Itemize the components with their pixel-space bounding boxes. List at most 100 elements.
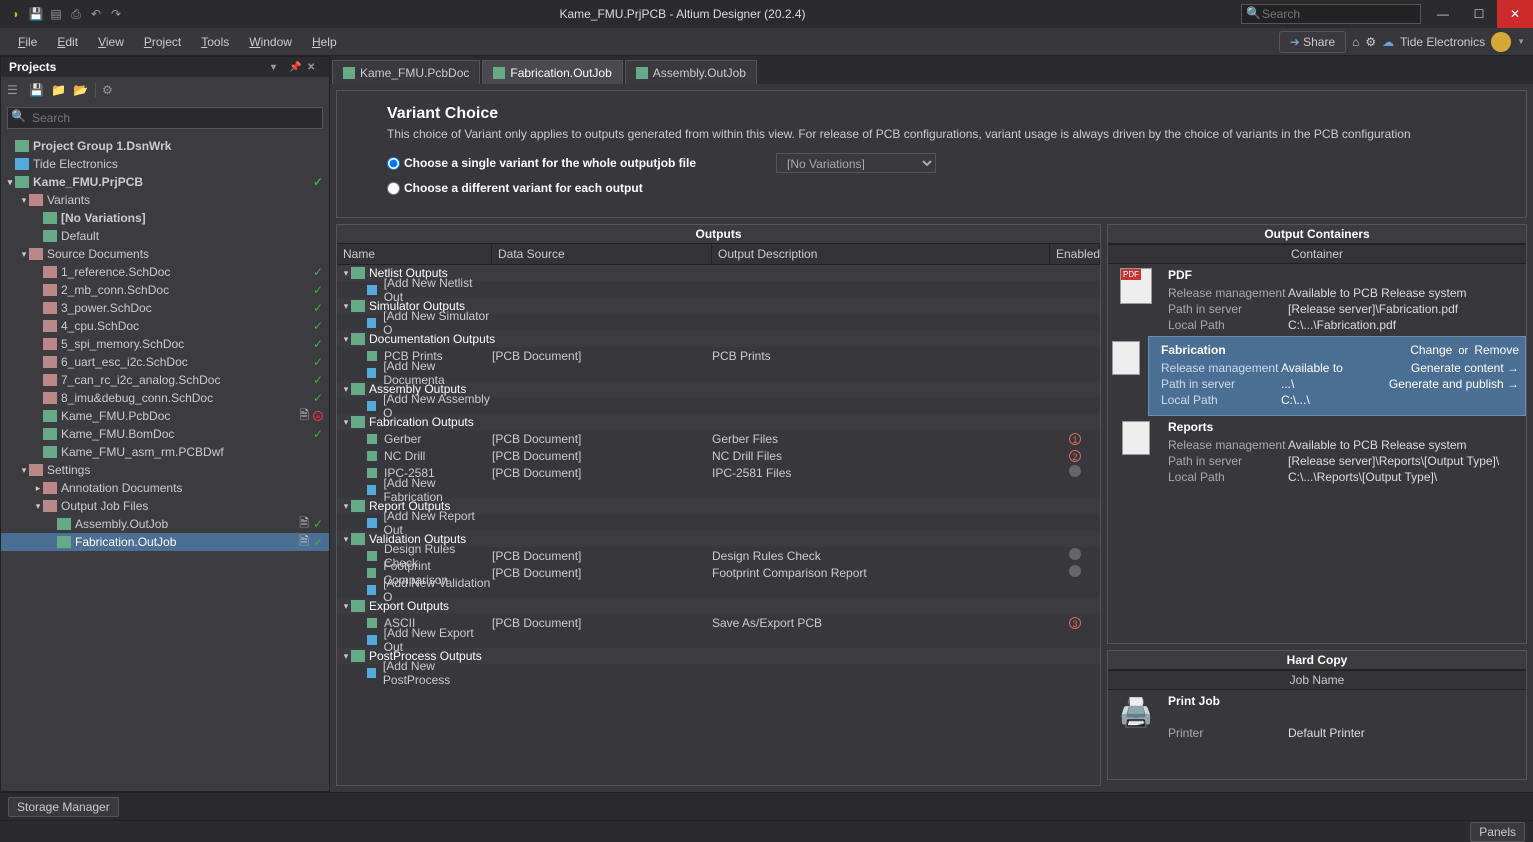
tree-item[interactable]: 8_imu&debug_conn.SchDoc✓	[1, 389, 329, 407]
tree-item[interactable]: 1_reference.SchDoc✓	[1, 263, 329, 281]
close-icon[interactable]: ✕	[307, 62, 321, 73]
output-category[interactable]: ▾Documentation Outputs	[337, 331, 1100, 347]
tree-item[interactable]: [No Variations]	[1, 209, 329, 227]
tree-item[interactable]: ▾Output Job Files	[1, 497, 329, 515]
cloud-icon[interactable]: ☁	[1382, 35, 1394, 49]
window-title: Kame_FMU.PrjPCB - Altium Designer (20.2.…	[124, 7, 1241, 21]
output-row[interactable]: [Add New Export Out	[337, 631, 1100, 648]
menu-file[interactable]: File	[8, 31, 47, 53]
variant-each-radio[interactable]	[387, 182, 400, 195]
tree-item[interactable]: 6_uart_esc_i2c.SchDoc✓	[1, 353, 329, 371]
output-row[interactable]: [Add New PostProcess	[337, 664, 1100, 681]
folder-icon[interactable]: 📁	[51, 83, 67, 99]
tree-item[interactable]: 5_spi_memory.SchDoc✓	[1, 335, 329, 353]
menu-window[interactable]: Window	[239, 31, 302, 53]
maximize-button[interactable]: ☐	[1461, 0, 1497, 28]
change-link[interactable]: Change	[1410, 343, 1452, 357]
tree-item[interactable]: Default	[1, 227, 329, 245]
tab-kame_fmu-pcbdoc[interactable]: Kame_FMU.PcbDoc	[332, 60, 480, 84]
settings-icon[interactable]: ⚙	[102, 83, 118, 99]
tree-item[interactable]: 4_cpu.SchDoc✓	[1, 317, 329, 335]
tree-item[interactable]: 7_can_rc_i2c_analog.SchDoc✓	[1, 371, 329, 389]
output-row[interactable]: [Add New Netlist Out	[337, 281, 1100, 298]
titlebar: ◗ 💾 ▤ ⎙ ↶ ↷ Kame_FMU.PrjPCB - Altium Des…	[0, 0, 1533, 28]
tree-item[interactable]: Assembly.OutJob🗎✓	[1, 515, 329, 533]
container-action[interactable]: Generate content →	[1411, 361, 1519, 375]
home-icon[interactable]: ⌂	[1352, 35, 1359, 49]
tree-item[interactable]: 3_power.SchDoc✓	[1, 299, 329, 317]
printer-label: Printer	[1168, 726, 1288, 740]
file-icon	[43, 446, 57, 458]
folder-open-icon[interactable]: 📂	[73, 83, 89, 99]
panels-button[interactable]: Panels	[1470, 822, 1525, 842]
container-icon: PDF	[1118, 268, 1154, 304]
variant-select[interactable]: [No Variations]	[776, 153, 936, 173]
tab-fabrication-outjob[interactable]: Fabrication.OutJob	[482, 60, 622, 84]
dropdown-icon[interactable]: ▼	[1517, 37, 1525, 46]
output-row[interactable]: [Add New Simulator O	[337, 314, 1100, 331]
container-pdf[interactable]: PDFRelease managementAvailable to PCB Re…	[1108, 264, 1526, 336]
tree-item[interactable]: Project Group 1.DsnWrk	[1, 137, 329, 155]
output-icon	[367, 635, 377, 645]
redo-icon[interactable]: ↷	[108, 6, 124, 22]
output-row[interactable]: [Add New Report Out	[337, 514, 1100, 531]
menu-view[interactable]: View	[88, 31, 134, 53]
variant-single-radio[interactable]	[387, 157, 400, 170]
print-icon[interactable]: ⎙	[68, 6, 84, 22]
tree-item[interactable]: Fabrication.OutJob🗎✓	[1, 533, 329, 551]
output-row[interactable]: [Add New Fabrication	[337, 481, 1100, 498]
tree-item[interactable]: Kame_FMU.BomDoc✓	[1, 425, 329, 443]
close-button[interactable]: ✕	[1497, 0, 1533, 28]
tree-item[interactable]: Tide Electronics	[1, 155, 329, 173]
new-icon[interactable]: ☰	[7, 83, 23, 99]
tree-item[interactable]: ▸Annotation Documents	[1, 479, 329, 497]
undo-icon[interactable]: ↶	[88, 6, 104, 22]
container-fabrication[interactable]: Change or RemoveFabricationRelease manag…	[1148, 336, 1526, 416]
save-icon[interactable]: 💾	[28, 6, 44, 22]
col-description[interactable]: Output Description	[712, 244, 1050, 264]
variant-single-label: Choose a single variant for the whole ou…	[404, 156, 696, 170]
minimize-button[interactable]: —	[1425, 0, 1461, 28]
project-search-input[interactable]	[7, 107, 323, 129]
menu-edit[interactable]: Edit	[47, 31, 88, 53]
status-ok-icon: ✓	[313, 319, 323, 333]
output-row[interactable]: [Add New Validation O	[337, 581, 1100, 598]
tree-item[interactable]: Kame_FMU.PcbDoc🗎●	[1, 407, 329, 425]
tree-item[interactable]: Kame_FMU_asm_rm.PCBDwf	[1, 443, 329, 461]
tree-item[interactable]: 2_mb_conn.SchDoc✓	[1, 281, 329, 299]
project-tree[interactable]: Project Group 1.DsnWrkTide Electronics▾K…	[1, 135, 329, 791]
tree-item[interactable]: ▾Settings	[1, 461, 329, 479]
saveall-icon[interactable]: ▤	[48, 6, 64, 22]
tree-item[interactable]: ▾Variants	[1, 191, 329, 209]
output-row[interactable]: Gerber[PCB Document]Gerber Files1	[337, 430, 1100, 447]
search-input[interactable]	[1241, 4, 1421, 24]
storage-manager-button[interactable]: Storage Manager	[8, 797, 119, 817]
col-datasource[interactable]: Data Source	[492, 244, 712, 264]
output-row[interactable]: NC Drill[PCB Document]NC Drill Files2	[337, 447, 1100, 464]
col-name[interactable]: Name	[337, 244, 492, 264]
col-enabled[interactable]: Enabled	[1050, 244, 1100, 264]
workspace-label[interactable]: Tide Electronics	[1400, 35, 1485, 49]
menu-tools[interactable]: Tools	[191, 31, 239, 53]
user-avatar[interactable]	[1491, 32, 1511, 52]
menu-help[interactable]: Help	[302, 31, 347, 53]
file-icon	[15, 176, 29, 188]
panel-menu-icon[interactable]: ▾	[271, 62, 285, 73]
share-button[interactable]: ➜ Share	[1279, 31, 1346, 53]
category-icon	[351, 416, 365, 428]
remove-link[interactable]: Remove	[1474, 343, 1519, 357]
pin-icon[interactable]: 📌	[289, 62, 303, 73]
document-tabs: Kame_FMU.PcbDocFabrication.OutJobAssembl…	[330, 56, 1533, 84]
output-row[interactable]: [Add New Assembly O	[337, 397, 1100, 414]
tree-item[interactable]: ▾Source Documents	[1, 245, 329, 263]
container-reports[interactable]: ReportsRelease managementAvailable to PC…	[1108, 416, 1526, 488]
tree-item[interactable]: ▾Kame_FMU.PrjPCB✓	[1, 173, 329, 191]
output-row[interactable]: [Add New Documenta	[337, 364, 1100, 381]
save-icon[interactable]: 💾	[29, 83, 45, 99]
container-action[interactable]: Generate and publish →	[1389, 377, 1519, 391]
output-category[interactable]: ▾Fabrication Outputs	[337, 414, 1100, 430]
menu-project[interactable]: Project	[134, 31, 191, 53]
output-icon	[367, 585, 376, 595]
gear-icon[interactable]: ⚙	[1365, 35, 1376, 49]
tab-assembly-outjob[interactable]: Assembly.OutJob	[625, 60, 757, 84]
